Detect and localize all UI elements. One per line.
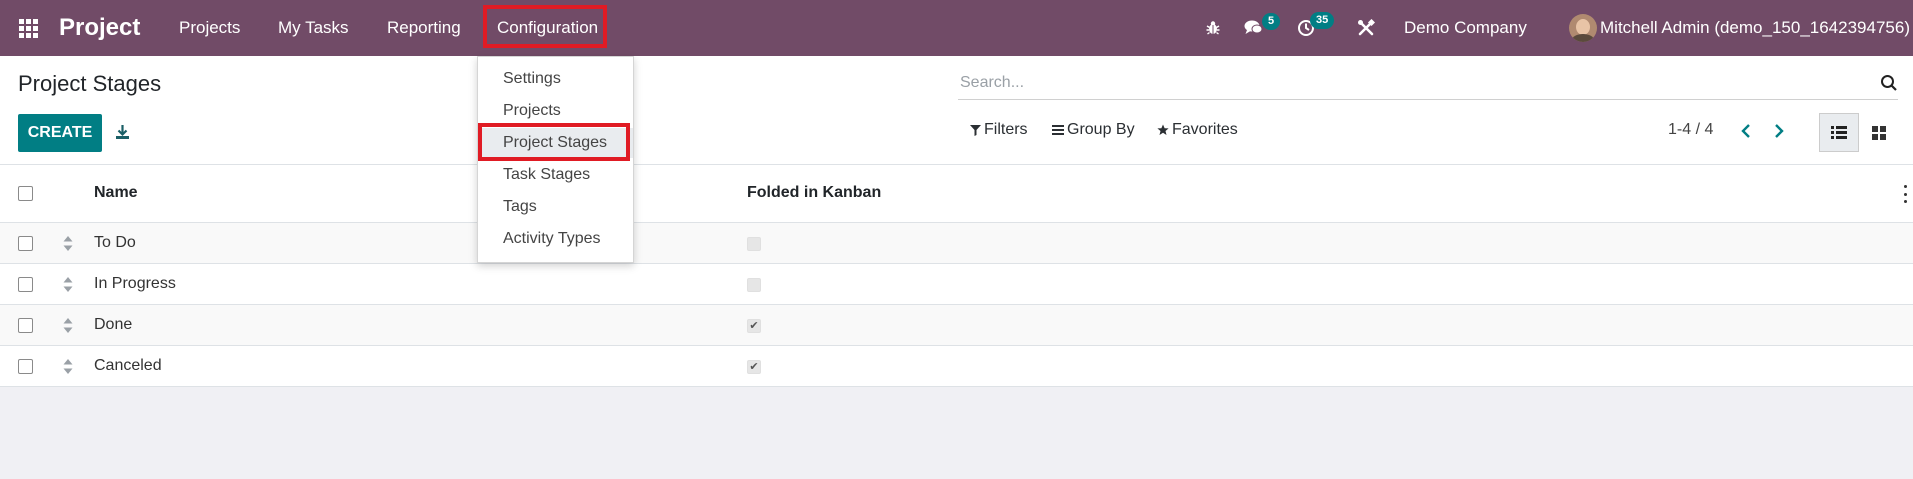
row-checkbox[interactable]	[18, 318, 33, 333]
chat-icon[interactable]	[1244, 0, 1264, 56]
favorites-button[interactable]: Favorites	[1157, 121, 1238, 139]
configuration-highlight-box	[483, 5, 607, 48]
folded-in-kanban-checkbox: ✔	[747, 319, 761, 333]
select-all-checkbox[interactable]	[18, 186, 33, 201]
stage-name[interactable]: Canceled	[94, 357, 162, 375]
drag-handle-icon[interactable]	[62, 276, 74, 293]
search-bar	[958, 66, 1898, 100]
filter-icon	[970, 125, 981, 136]
dropdown-item-projects[interactable]: Projects	[478, 96, 633, 126]
dropdown-item-tags[interactable]: Tags	[478, 192, 633, 222]
menu-my-tasks[interactable]: My Tasks	[278, 0, 349, 56]
favorites-label: Favorites	[1172, 121, 1238, 138]
column-options-icon[interactable]	[1900, 185, 1910, 203]
checkmark-icon: ✔	[749, 360, 759, 373]
folded-in-kanban-checkbox: ✔	[747, 360, 761, 374]
stage-name[interactable]: To Do	[94, 234, 136, 252]
stages-table: Name Folded in Kanban To Do In Progress Do…	[0, 164, 1913, 387]
empty-list-area	[0, 387, 1913, 479]
folded-in-kanban-checkbox	[747, 278, 761, 292]
filters-label: Filters	[984, 121, 1028, 138]
column-header-name[interactable]: Name	[94, 184, 138, 202]
app-brand[interactable]: Project	[59, 0, 140, 56]
column-header-folded[interactable]: Folded in Kanban	[747, 184, 881, 202]
drag-handle-icon[interactable]	[62, 317, 74, 334]
list-view-icon	[1831, 126, 1847, 139]
table-row[interactable]: Canceled ✔	[0, 346, 1913, 387]
checkmark-icon: ✔	[749, 319, 759, 332]
star-icon	[1157, 124, 1169, 135]
filters-button[interactable]: Filters	[970, 121, 1028, 139]
kanban-view-button[interactable]	[1859, 113, 1899, 152]
menu-reporting[interactable]: Reporting	[387, 0, 461, 56]
chevron-right-icon[interactable]	[1769, 119, 1789, 143]
create-button[interactable]: CREATE	[18, 114, 102, 152]
drag-handle-icon[interactable]	[62, 358, 74, 375]
page-title: Project Stages	[18, 71, 162, 96]
project-stages-highlight-box	[478, 123, 630, 161]
dropdown-item-task-stages[interactable]: Task Stages	[478, 160, 633, 190]
dropdown-item-settings[interactable]: Settings	[478, 64, 633, 94]
company-switcher[interactable]: Demo Company	[1404, 0, 1527, 56]
top-navbar: Project Projects My Tasks Reporting Conf…	[0, 0, 1913, 56]
search-input[interactable]	[960, 70, 1820, 96]
clock-icon[interactable]	[1297, 0, 1315, 56]
table-header: Name Folded in Kanban	[0, 164, 1913, 223]
group-by-icon	[1052, 125, 1064, 135]
dropdown-item-activity-types[interactable]: Activity Types	[478, 224, 633, 254]
stage-name[interactable]: Done	[94, 316, 132, 334]
user-avatar[interactable]	[1569, 14, 1597, 42]
activity-count-badge: 35	[1310, 12, 1335, 29]
search-icon[interactable]	[1880, 74, 1898, 92]
drag-handle-icon[interactable]	[62, 235, 74, 252]
bug-icon[interactable]	[1205, 0, 1221, 56]
table-row[interactable]: In Progress	[0, 264, 1913, 305]
row-checkbox[interactable]	[18, 277, 33, 292]
folded-in-kanban-checkbox	[747, 237, 761, 251]
table-row[interactable]: To Do	[0, 223, 1913, 264]
stage-name[interactable]: In Progress	[94, 275, 176, 293]
pager-value[interactable]: 1-4 / 4	[1668, 121, 1713, 139]
group-by-label: Group By	[1067, 121, 1135, 138]
message-count-badge: 5	[1262, 13, 1281, 30]
list-view-button[interactable]	[1819, 113, 1859, 152]
menu-projects[interactable]: Projects	[179, 0, 240, 56]
user-menu[interactable]: Mitchell Admin (demo_150_1642394756)	[1600, 0, 1910, 56]
chevron-left-icon[interactable]	[1736, 119, 1756, 143]
apps-menu-icon[interactable]	[16, 0, 40, 56]
row-checkbox[interactable]	[18, 236, 33, 251]
row-checkbox[interactable]	[18, 359, 33, 374]
group-by-button[interactable]: Group By	[1052, 121, 1135, 139]
download-icon[interactable]	[112, 120, 132, 144]
tools-icon[interactable]	[1357, 0, 1375, 56]
kanban-view-icon	[1872, 125, 1886, 140]
table-row[interactable]: Done ✔	[0, 305, 1913, 346]
